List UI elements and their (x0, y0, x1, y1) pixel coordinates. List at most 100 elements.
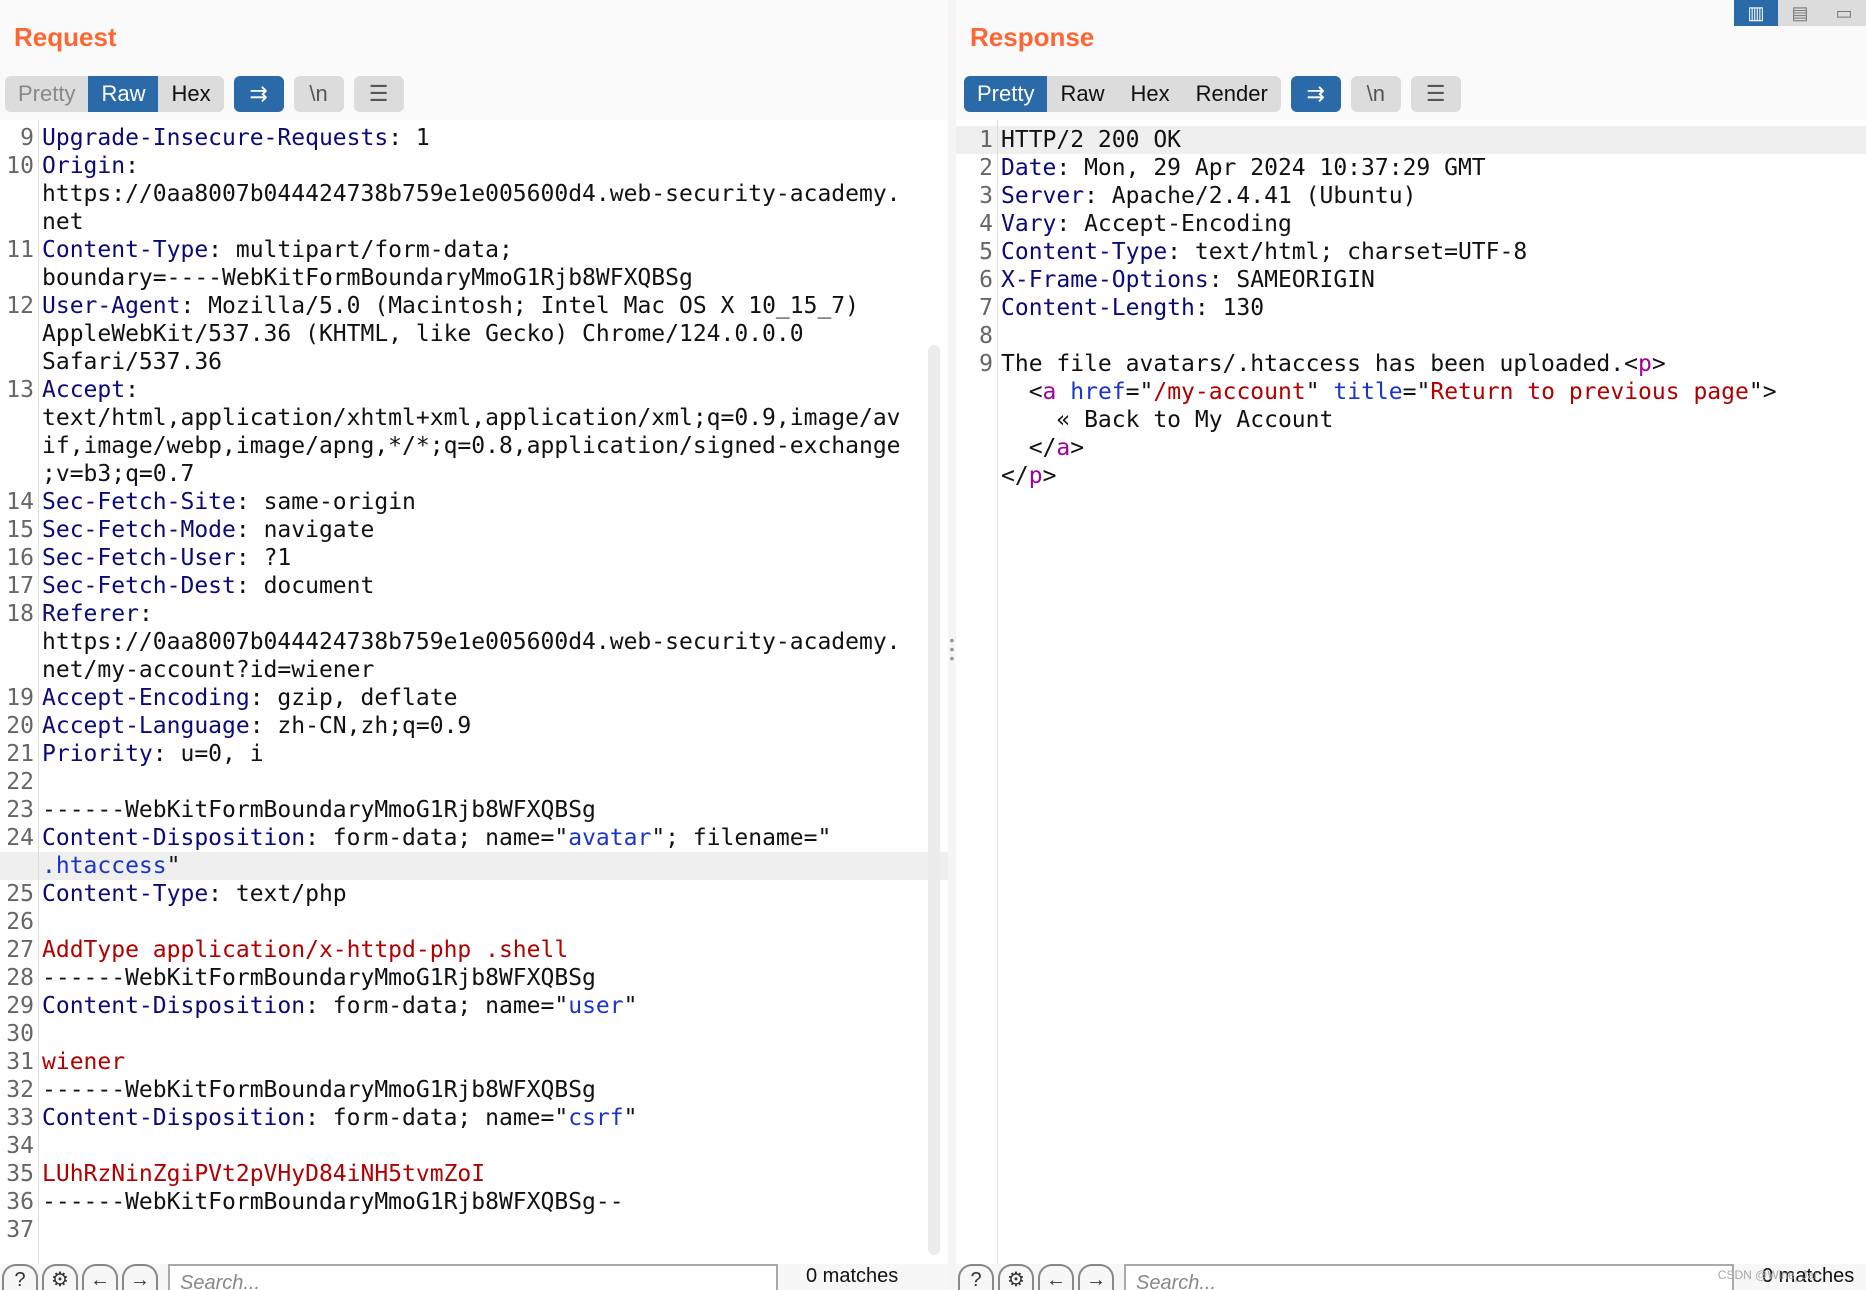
request-scrollbar[interactable] (928, 345, 940, 1255)
token-t: ------WebKitFormBoundaryMmoG1Rjb8WFXQBSg… (42, 1189, 624, 1215)
next-match-button[interactable]: → (1078, 1264, 1114, 1290)
line-text: net/my-account?id=wiener (34, 656, 374, 684)
token-k: Origin (42, 153, 126, 179)
line-number (0, 852, 34, 880)
code-line: boundary=----WebKitFormBoundaryMmoG1Rjb8… (0, 264, 948, 292)
response-pane: 1 HTTP/2 200 OK 2 Date: Mon, 29 Apr 2024 10… (956, 0, 1866, 1290)
next-match-button[interactable]: → (122, 1264, 158, 1290)
split-vertical-icon[interactable]: ▤ (1778, 0, 1822, 26)
line-number: 36 (6, 1189, 34, 1215)
code-line: 31 wiener (0, 1048, 948, 1076)
search-input[interactable]: Search... (168, 1264, 778, 1290)
tab-pretty[interactable]: Pretty (964, 76, 1048, 112)
code-line: 14 Sec-Fetch-Site: same-origin (0, 488, 948, 516)
code-line: 25 Content-Type: text/php (0, 880, 948, 908)
wrap-icon[interactable]: ⇉ (1290, 76, 1341, 112)
line-number (0, 264, 34, 292)
tab-hex[interactable]: Hex (1117, 76, 1182, 112)
request-search-bar: ? ⚙ ← → Search... 0 matches (0, 1264, 948, 1290)
line-number (0, 180, 34, 208)
line-text: Content-Disposition: form-data; name="av… (34, 824, 831, 852)
match-count: 0 matches (806, 1265, 899, 1287)
token-t: The file avatars/.htaccess has been uplo… (1001, 351, 1638, 377)
token-s: AddType application/x-httpd-php .shell (42, 937, 569, 963)
line-text: Safari/537.36 (34, 348, 222, 376)
tabs-icon[interactable]: ▭ (1822, 0, 1866, 26)
token-t: : navigate (235, 517, 375, 543)
tab-raw[interactable]: Raw (88, 76, 159, 112)
tab-pretty[interactable]: Pretty (5, 76, 88, 112)
code-line: 26 (0, 908, 948, 936)
line-number: 23 (6, 797, 34, 823)
code-line: 27 AddType application/x-httpd-php .shell (0, 936, 948, 964)
response-title: Response (970, 22, 1095, 52)
tab-render[interactable]: Render (1183, 76, 1281, 112)
token-tg: p (1637, 351, 1652, 377)
code-line: 7 Content-Length: 130 (956, 294, 1866, 322)
token-t: =" (1402, 379, 1431, 405)
line-number (0, 460, 34, 488)
line-text: The file avatars/.htaccess has been uplo… (993, 350, 1666, 378)
menu-icon[interactable]: ☰ (1410, 76, 1461, 112)
request-editor[interactable]: 8Sec-Ch-Ua-Platform: "macOS"9Upgrade-Ins… (0, 96, 948, 1244)
prev-match-button[interactable]: ← (82, 1264, 118, 1290)
token-k: Content-Disposition (42, 993, 306, 1019)
token-t: : (125, 153, 139, 179)
newline-icon[interactable]: \n (293, 76, 344, 112)
token-t: : multipart/form-data; (208, 237, 513, 263)
tab-raw[interactable]: Raw (1047, 76, 1117, 112)
line-number: 1 (979, 127, 993, 153)
token-t: : form-data; name=" (305, 1105, 569, 1131)
token-t: ------WebKitFormBoundaryMmoG1Rjb8WFXQBSg (42, 1077, 596, 1103)
code-line: 36 ------WebKitFormBoundaryMmoG1Rjb8WFXQB… (0, 1188, 948, 1216)
token-t: Safari/537.36 (42, 349, 223, 375)
token-k: Sec-Fetch-Dest (42, 573, 236, 599)
line-text: ------WebKitFormBoundaryMmoG1Rjb8WFXQBSg (34, 796, 596, 824)
token-t: : 130 (1194, 295, 1265, 321)
code-line: 6 X-Frame-Options: SAMEORIGIN (956, 266, 1866, 294)
prev-match-button[interactable]: ← (1038, 1264, 1074, 1290)
wrap-icon[interactable]: ⇉ (233, 76, 284, 112)
tab-hex[interactable]: Hex (158, 76, 223, 112)
code-line: <a href="/my-account" title="Return to p… (956, 378, 1866, 406)
help-icon[interactable]: ? (958, 1264, 994, 1290)
line-number (0, 404, 34, 432)
line-number (0, 208, 34, 236)
code-line: Safari/537.36 (0, 348, 948, 376)
line-text: wiener (34, 1048, 125, 1076)
token-t: < (1001, 379, 1043, 405)
token-t: : Mozilla/5.0 (Macintosh; Intel Mac OS X… (180, 293, 859, 319)
menu-icon[interactable]: ☰ (353, 76, 404, 112)
code-line: </p> (956, 462, 1866, 490)
line-text: Upgrade-Insecure-Requests: 1 (34, 124, 430, 152)
splitter-grip-icon[interactable]: • • • (949, 633, 955, 665)
token-t: : zh-CN,zh;q=0.9 (249, 713, 472, 739)
newline-icon[interactable]: \n (1350, 76, 1401, 112)
layout-toggle: ▥ ▤ ▭ (1734, 0, 1866, 26)
line-text: Server: Apache/2.4.41 (Ubuntu) (993, 182, 1416, 210)
code-line: 13 Accept: (0, 376, 948, 404)
line-number: 8 (979, 323, 993, 349)
search-input[interactable]: Search... (1124, 1264, 1734, 1290)
line-number: 33 (6, 1105, 34, 1131)
split-horizontal-icon[interactable]: ▥ (1734, 0, 1778, 26)
code-line: net (0, 208, 948, 236)
line-number (956, 406, 993, 434)
help-icon[interactable]: ? (2, 1264, 38, 1290)
code-line: 35 LUhRzNinZgiPVt2pVHyD84iNH5tvmZoI (0, 1160, 948, 1188)
gear-icon[interactable]: ⚙ (998, 1264, 1034, 1290)
watermark: CSDN @Wine_Jar (1717, 1268, 1818, 1282)
line-text: https://0aa8007b044424738b759e1e005600d4… (34, 628, 901, 656)
request-title: Request (14, 22, 117, 52)
response-editor[interactable]: 1 HTTP/2 200 OK 2 Date: Mon, 29 Apr 2024 10… (956, 126, 1866, 490)
line-number: 29 (6, 993, 34, 1019)
code-line: 22 (0, 768, 948, 796)
line-text: Sec-Fetch-Mode: navigate (34, 516, 374, 544)
gear-icon[interactable]: ⚙ (42, 1264, 78, 1290)
line-number: 11 (6, 237, 34, 263)
token-t: net/my-account?id=wiener (42, 657, 375, 683)
token-t: " (623, 993, 638, 1019)
token-k: User-Agent (42, 293, 181, 319)
token-k: Accept (42, 377, 126, 403)
token-t: : document (235, 573, 375, 599)
